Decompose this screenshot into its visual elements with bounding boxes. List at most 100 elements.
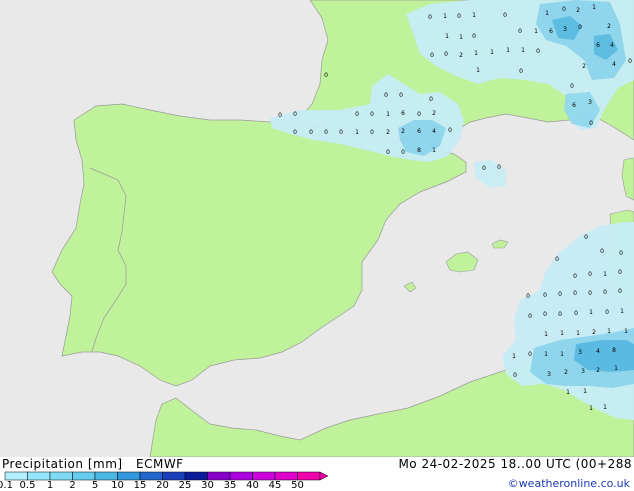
precip-value: 1 <box>620 308 624 315</box>
colorbar-tick-label: 30 <box>201 480 214 491</box>
colorbar-tick-label: 25 <box>178 480 192 491</box>
precip-value: 0 <box>444 51 448 58</box>
colorbar-tick-label: 35 <box>223 480 237 491</box>
precipitation-map: 0 1 0 1 0 1 0 2 1 1 1 0 0 1 6 3 0 2 6 4 0 4 0 0 2 1 1 1 1 0 1 0 0 2 0 6 3 0 0 0… <box>0 0 634 457</box>
precip-value: 0 <box>558 291 562 298</box>
precip-value: 1 <box>607 328 611 335</box>
precip-value: 2 <box>592 329 596 336</box>
precip-value: 1 <box>544 331 548 338</box>
precip-value: 0 <box>430 52 434 59</box>
precip-value: 0 <box>628 58 632 65</box>
colorbar-tick-label: 10 <box>111 480 124 491</box>
precip-value: 3 <box>547 371 551 378</box>
colorbar-tick-label: 2 <box>69 480 76 491</box>
precip-value: 1 <box>512 353 516 360</box>
colorbar-segment <box>72 471 96 481</box>
precip-value: 0 <box>401 149 405 156</box>
colorbar-tick-label: 15 <box>133 480 147 491</box>
colorbar-segment <box>27 471 51 481</box>
precip-value: 1 <box>560 351 564 358</box>
colorbar-arrow <box>319 471 329 481</box>
precip-value: 0 <box>324 72 328 79</box>
precip-value: 0 <box>589 120 593 127</box>
precip-value: 0 <box>603 289 607 296</box>
precip-value: 0 <box>278 112 282 119</box>
precip-value: 3 <box>581 368 585 375</box>
precip-value: 0 <box>543 311 547 318</box>
precip-value: 0 <box>528 313 532 320</box>
precip-value: 2 <box>386 129 390 136</box>
colorbar-tick-label: 0.5 <box>19 480 36 491</box>
precip-value: 1 <box>603 404 607 411</box>
precip-value: 0 <box>429 96 433 103</box>
colorbar-segment <box>117 471 141 481</box>
precip-value: 1 <box>355 129 359 136</box>
precip-value: 0 <box>570 83 574 90</box>
colorbar-tick-label: 20 <box>156 480 169 491</box>
precip-value: 2 <box>596 367 600 374</box>
precip-value: 1 <box>476 67 480 74</box>
precip-value: 0 <box>528 351 532 358</box>
precip-value: 0 <box>309 129 313 136</box>
precip-value: 0 <box>562 6 566 13</box>
colorbar-segment <box>4 471 28 481</box>
colorbar-segment <box>184 471 208 481</box>
colorbar-segment <box>229 471 253 481</box>
precip-value: 0 <box>573 290 577 297</box>
precip-value: 2 <box>459 52 463 59</box>
precip-value: 0 <box>555 256 559 263</box>
colorbar-tick-label: 45 <box>268 480 282 491</box>
precip-value: 0 <box>618 269 622 276</box>
colorbar-segment <box>139 471 163 481</box>
legend-model: ECMWF <box>136 457 184 471</box>
precip-value: 8 <box>612 347 616 354</box>
precip-value: 3 <box>578 349 582 356</box>
credit: ©weatheronline.co.uk <box>507 477 630 490</box>
precip-value: 1 <box>432 147 436 154</box>
colorbar-segment <box>207 471 231 481</box>
precip-value: 0 <box>384 92 388 99</box>
colorbar-tick-label: 0.1 <box>0 480 13 491</box>
precip-value: 6 <box>596 42 600 49</box>
precip-value: 0 <box>428 14 432 21</box>
precip-value: 1 <box>589 405 593 412</box>
precip-value: 8 <box>417 147 421 154</box>
precip-value: 6 <box>572 102 576 109</box>
precip-value: 2 <box>576 7 580 14</box>
precip-value: 4 <box>596 348 600 355</box>
precip-value: 0 <box>472 33 476 40</box>
colorbar-tick-label: 50 <box>291 480 304 491</box>
precip-value: 0 <box>600 248 604 255</box>
precip-value: 4 <box>610 42 614 49</box>
precip-value: 2 <box>432 110 436 117</box>
precip-value: 2 <box>582 63 586 70</box>
precip-value: 0 <box>578 24 582 31</box>
colorbar-tick-label: 1 <box>46 480 54 491</box>
precip-value: 2 <box>564 369 568 376</box>
precip-value: 1 <box>443 13 447 20</box>
precip-value: 0 <box>526 293 530 300</box>
precip-value: 0 <box>605 309 609 316</box>
precip-value: 6 <box>401 110 405 117</box>
precip-value: 4 <box>432 128 436 135</box>
run-info: Mo 24-02-2025 18..00 UTC (00+288 <box>398 457 632 471</box>
precip-value: 1 <box>576 330 580 337</box>
precip-value: 0 <box>503 12 507 19</box>
precip-value: 3 <box>563 26 567 33</box>
precip-value: 0 <box>536 48 540 55</box>
precip-value: 1 <box>589 309 593 316</box>
precip-value: 0 <box>482 165 486 172</box>
precip-value: 1 <box>624 328 628 335</box>
precip-value: 0 <box>518 28 522 35</box>
colorbar-segment <box>94 471 118 481</box>
precip-value: 0 <box>324 129 328 136</box>
precip-value: 6 <box>417 128 421 135</box>
precip-value: 0 <box>339 129 343 136</box>
colorbar-segment <box>49 471 73 481</box>
precip-value: 0 <box>417 111 421 118</box>
precip-value: 2 <box>401 128 405 135</box>
colorbar-segment <box>162 471 186 481</box>
precip-value: 0 <box>588 271 592 278</box>
precip-value: 1 <box>490 49 494 56</box>
precip-value: 0 <box>618 288 622 295</box>
